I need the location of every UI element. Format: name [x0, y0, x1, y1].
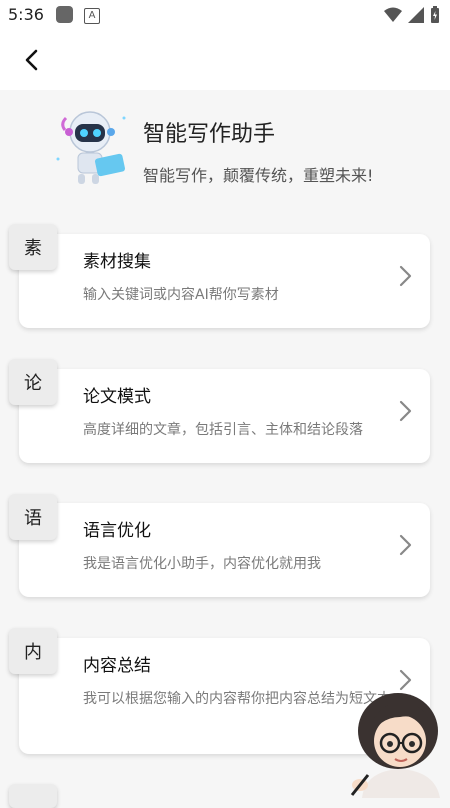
chevron-right-icon	[399, 400, 412, 422]
battery-icon	[431, 6, 439, 23]
card-material-collect[interactable]: 素材搜集 输入关键词或内容AI帮你写素材	[19, 234, 430, 328]
card-tag: 内	[9, 628, 57, 674]
card-title: 论文模式	[83, 387, 151, 407]
back-arrow-icon	[25, 49, 38, 71]
page-title: 智能写作助手	[143, 122, 276, 147]
nav-bar	[0, 30, 450, 90]
card-language-optimize[interactable]: 语言优化 我是语言优化小助手，内容优化就用我	[19, 503, 430, 597]
signal-icon	[408, 7, 424, 23]
card-title: 内容总结	[83, 656, 151, 676]
card-tag-partial	[9, 784, 57, 808]
card-tag: 素	[9, 224, 57, 270]
status-bar: 5:36 A	[0, 0, 450, 30]
chevron-right-icon	[399, 534, 412, 556]
card-tag: 论	[9, 359, 57, 405]
card-description: 我是语言优化小助手，内容优化就用我	[83, 556, 321, 572]
chevron-right-icon	[399, 265, 412, 287]
page-header: 智能写作助手 智能写作，颠覆传统，重塑未来!	[0, 92, 450, 202]
girl-illustration	[350, 693, 440, 798]
card-title: 语言优化	[83, 521, 151, 541]
card-description: 输入关键词或内容AI帮你写素材	[83, 287, 279, 303]
robot-illustration	[56, 111, 126, 184]
page-subtitle: 智能写作，颠覆传统，重塑未来!	[143, 166, 374, 185]
notification-icon	[56, 6, 73, 23]
app-notification-icon: A	[84, 8, 100, 24]
card-title: 素材搜集	[83, 252, 151, 272]
back-button[interactable]	[18, 44, 44, 76]
card-description: 高度详细的文章，包括引言、主体和结论段落	[83, 422, 363, 438]
card-tag: 语	[9, 494, 57, 540]
status-time: 5:36	[8, 5, 44, 24]
card-paper-mode[interactable]: 论文模式 高度详细的文章，包括引言、主体和结论段落	[19, 369, 430, 463]
wifi-icon	[384, 7, 402, 22]
